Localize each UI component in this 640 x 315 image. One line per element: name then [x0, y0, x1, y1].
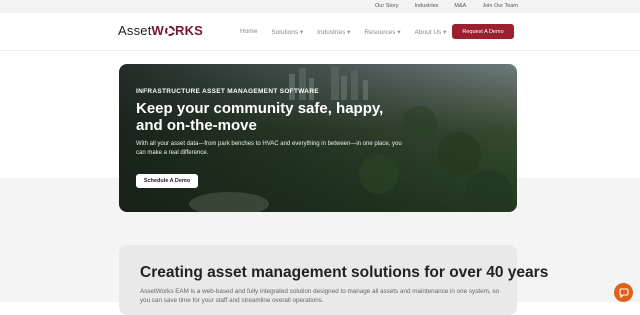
logo-text-prefix: Asset	[118, 23, 152, 38]
intro-heading: Creating asset management solutions for …	[140, 264, 549, 281]
gear-icon	[164, 26, 175, 36]
intro-body: AssetWorks EAM is a web-based and fully …	[140, 288, 500, 304]
utility-links: Our Story Industries M&A Join Our Team	[375, 3, 518, 9]
logo-w: W	[151, 23, 164, 38]
chat-bubble-icon	[618, 287, 629, 298]
nav-item-industries[interactable]: Industries ▾	[317, 28, 350, 36]
utility-bar: Our Story Industries M&A Join Our Team	[0, 0, 640, 13]
schedule-demo-button[interactable]: Schedule A Demo	[136, 174, 198, 188]
request-demo-button[interactable]: Request A Demo	[452, 24, 514, 39]
utility-link-our-story[interactable]: Our Story	[375, 3, 399, 9]
intro-card: Creating asset management solutions for …	[119, 245, 548, 315]
chat-launcher-button[interactable]	[614, 283, 633, 302]
hero-subtext: With all your asset data—from park bench…	[136, 141, 402, 156]
city-skyline-image	[189, 66, 513, 212]
main-nav: Home Solutions ▾ Industries ▾ Resources …	[240, 28, 446, 36]
nav-item-about-us[interactable]: About Us ▾	[415, 28, 447, 36]
utility-link-join-our-team[interactable]: Join Our Team	[482, 3, 518, 9]
assetworks-logo[interactable]: AssetW RKS	[118, 23, 203, 38]
utility-link-industries[interactable]: Industries	[415, 3, 439, 9]
utility-link-m-and-a[interactable]: M&A	[454, 3, 466, 9]
hero-headline: Keep your community safe, happy, and on-…	[136, 100, 384, 134]
nav-item-solutions[interactable]: Solutions ▾	[271, 28, 303, 36]
logo-text-suffix: RKS	[175, 23, 204, 38]
hero-banner: INFRASTRUCTURE ASSET MANAGEMENT SOFTWARE…	[119, 64, 517, 212]
nav-item-resources[interactable]: Resources ▾	[364, 28, 400, 36]
nav-item-home[interactable]: Home	[240, 28, 257, 36]
hero-eyebrow: INFRASTRUCTURE ASSET MANAGEMENT SOFTWARE	[136, 88, 319, 95]
